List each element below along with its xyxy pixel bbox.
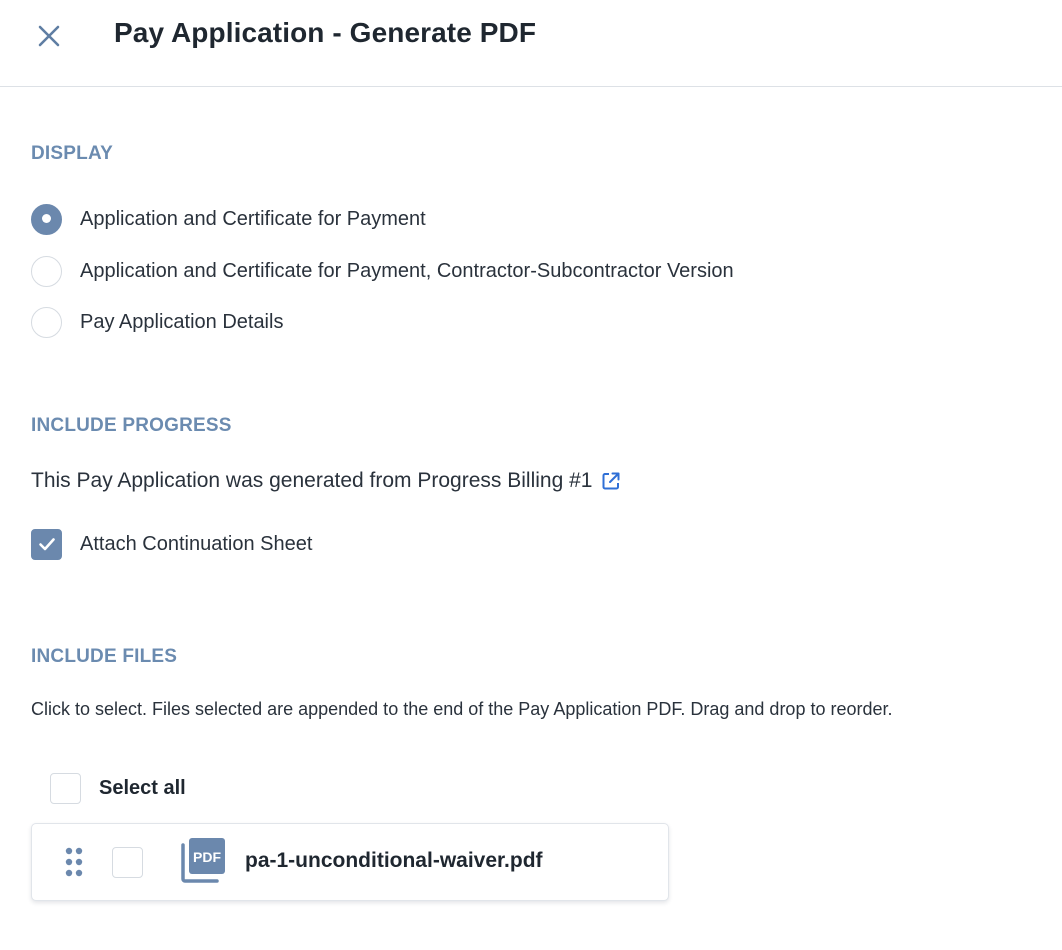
radio-button[interactable]	[31, 255, 62, 287]
progress-billing-info: This Pay Application was generated from …	[31, 469, 622, 493]
radio-option-application-certificate[interactable]: Application and Certificate for Payment	[31, 203, 426, 235]
select-all-label: Select all	[99, 776, 186, 799]
svg-text:PDF: PDF	[193, 849, 221, 865]
radio-option-pay-application-details[interactable]: Pay Application Details	[31, 306, 283, 338]
file-checkbox[interactable]	[112, 847, 143, 878]
progress-billing-text: This Pay Application was generated from …	[31, 469, 593, 492]
drag-handle[interactable]	[64, 847, 84, 879]
external-link-icon	[602, 472, 620, 490]
pdf-file-icon: PDF	[181, 837, 227, 883]
radio-label: Application and Certificate for Payment	[80, 207, 426, 230]
radio-option-contractor-subcontractor[interactable]: Application and Certificate for Payment,…	[31, 255, 734, 287]
include-files-help: Click to select. Files selected are appe…	[31, 699, 893, 719]
close-button[interactable]	[33, 20, 65, 52]
select-all[interactable]: Select all	[50, 772, 186, 804]
radio-button[interactable]	[31, 203, 62, 235]
attach-continuation-checkbox[interactable]	[31, 528, 62, 560]
attach-continuation-sheet[interactable]: Attach Continuation Sheet	[31, 528, 312, 560]
file-name: pa-1-unconditional-waiver.pdf	[245, 849, 543, 872]
drag-handle-icon	[65, 847, 83, 877]
radio-label: Pay Application Details	[80, 310, 284, 333]
select-all-checkbox[interactable]	[50, 772, 81, 804]
header: Pay Application - Generate PDF	[0, 0, 1062, 87]
include-files-heading: INCLUDE FILES	[31, 646, 178, 667]
include-progress-heading: INCLUDE PROGRESS	[31, 415, 232, 436]
page-title: Pay Application - Generate PDF	[114, 17, 537, 48]
radio-button[interactable]	[31, 306, 62, 338]
display-heading: DISPLAY	[31, 143, 114, 164]
radio-label: Application and Certificate for Payment,…	[80, 259, 734, 282]
progress-billing-link[interactable]	[600, 470, 622, 492]
file-list-item[interactable]: PDF pa-1-unconditional-waiver.pdf	[31, 823, 669, 901]
checkmark-icon	[38, 538, 55, 551]
close-icon	[38, 25, 60, 47]
attach-continuation-label: Attach Continuation Sheet	[80, 532, 313, 555]
